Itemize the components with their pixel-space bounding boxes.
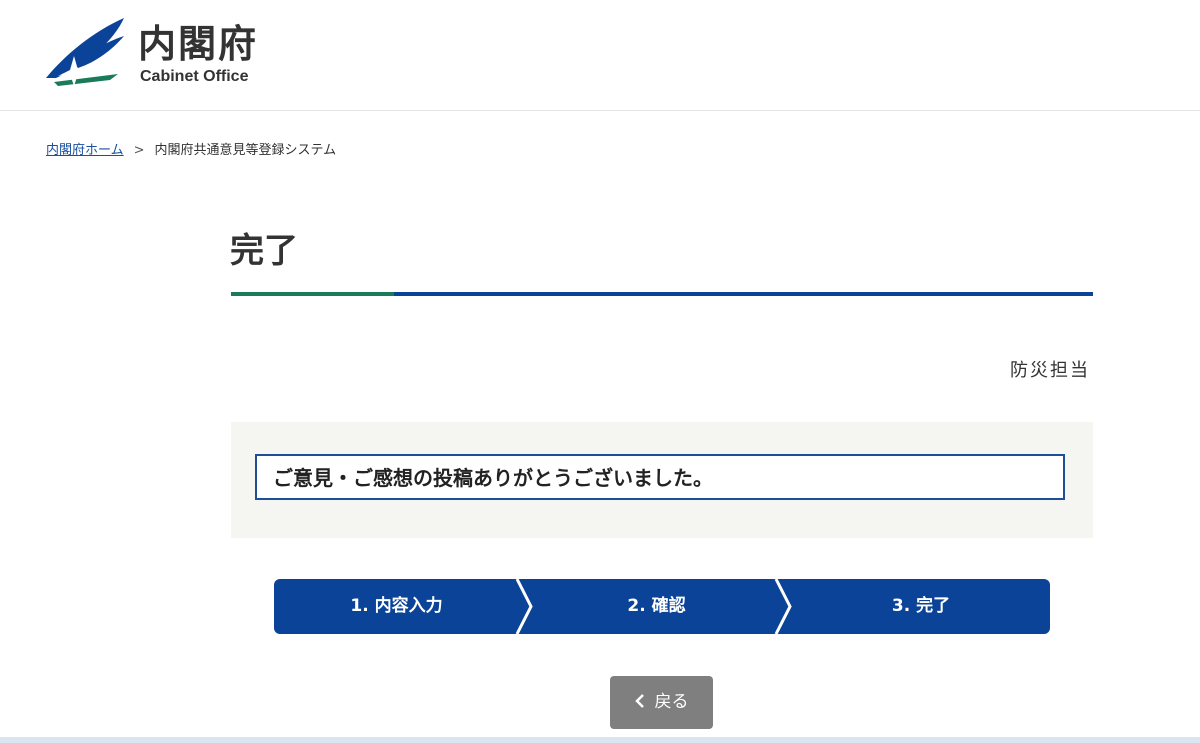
back-button[interactable]: 戻る (610, 676, 713, 729)
completion-message: ご意見・ご感想の投稿ありがとうございました。 (273, 466, 713, 490)
completion-message-box: ご意見・ご感想の投稿ありがとうございました。 (255, 454, 1065, 500)
breadcrumb-current: 内閣府共通意見等登録システム (154, 143, 337, 158)
window-bottom-edge (0, 737, 1200, 743)
logo-japanese-text: 内閣府 (138, 22, 259, 66)
step-divider-chevron-icon (515, 579, 533, 634)
breadcrumb-home-link[interactable]: 内閣府ホーム (46, 143, 124, 158)
department-label: 防災担当 (1010, 360, 1090, 381)
step-complete: 3. 完了 (891, 596, 951, 616)
back-button-label: 戻る (654, 692, 689, 712)
title-underline-accent (231, 292, 394, 296)
cabinet-office-emblem-icon (46, 18, 124, 86)
page-title: 完了 (230, 231, 298, 271)
completion-message-panel: ご意見・ご感想の投稿ありがとうございました。 (231, 422, 1093, 538)
title-underline (231, 292, 1093, 296)
cabinet-office-logo[interactable]: 内閣府 Cabinet Office (44, 18, 284, 90)
progress-steps: 1. 内容入力 2. 確認 3. 完了 (274, 579, 1050, 634)
step-input: 1. 内容入力 (350, 596, 443, 616)
chevron-left-icon (634, 694, 644, 708)
logo-english-text: Cabinet Office (140, 68, 249, 85)
site-header: 内閣府 Cabinet Office (0, 0, 1200, 111)
step-confirm: 2. 確認 (627, 596, 686, 616)
breadcrumb: 内閣府ホーム > 内閣府共通意見等登録システム (46, 141, 336, 161)
step-divider-chevron-icon (774, 579, 792, 634)
breadcrumb-separator: > (133, 143, 145, 158)
